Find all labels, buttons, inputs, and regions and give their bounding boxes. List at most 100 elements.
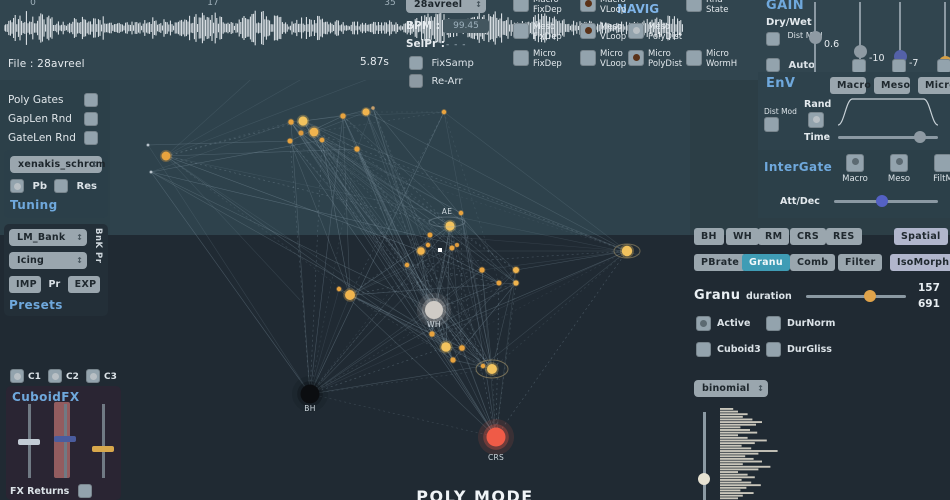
left-toggle-checkbox[interactable] [84, 131, 98, 145]
rearr-checkbox[interactable] [409, 74, 423, 88]
navig-toggle-meso-polydist[interactable]: Meso PolyDist [628, 22, 682, 43]
gain-fader-0[interactable]: 0.6 [808, 0, 839, 80]
left-toggle-checkbox[interactable] [84, 93, 98, 107]
navig-toggle-rnd-state[interactable]: Rnd State [686, 0, 729, 16]
env-time-knob[interactable] [913, 131, 926, 143]
gain-fader-knob[interactable] [809, 31, 822, 44]
preset-export-button[interactable]: EXP [67, 276, 100, 293]
navig-toggle-meso-vloop[interactable]: Meso VLoop [580, 22, 626, 43]
granu-toggle-active[interactable]: Active [696, 316, 750, 331]
module-filter[interactable]: Filter [838, 254, 883, 271]
tuning-pb-toggle[interactable]: Pb [10, 179, 47, 193]
fixsamp-checkbox[interactable] [409, 56, 423, 70]
navig-toggle-macro-vloop[interactable]: Macro VLoop [580, 0, 626, 16]
module-res[interactable]: RES [826, 228, 862, 245]
stochastic-amount-knob[interactable] [698, 472, 710, 485]
cuboid-checkbox[interactable] [48, 369, 62, 383]
intergate-meso[interactable]: Meso [886, 154, 912, 184]
granu-toggle-durgliss[interactable]: DurGliss [766, 342, 832, 357]
distribution-select[interactable]: binomial [694, 380, 768, 397]
env-scope-macro[interactable]: Macro [830, 77, 871, 94]
cuboidfx-fader-cap[interactable] [92, 446, 114, 452]
cuboid-selector-c1[interactable]: C1 [10, 369, 41, 383]
presets-panel[interactable]: LM_Bank Icing BnK Pr IMP Pr EXP Presets [4, 224, 108, 316]
navig-toggle-macro-fixdep[interactable]: Macro FixDep [513, 0, 562, 16]
env-scope-micro[interactable]: Micro [918, 77, 950, 94]
navig-toggle-micro-wormh[interactable]: Micro WormH [686, 49, 737, 70]
intergate-macro[interactable]: Macro [842, 154, 868, 184]
intergate-checkbox[interactable] [934, 154, 950, 172]
cuboid-checkbox[interactable] [86, 369, 100, 383]
fixsamp-toggle[interactable]: FixSamp [409, 56, 474, 70]
stochastic-amount-slider[interactable] [698, 412, 710, 500]
navig-checkbox[interactable] [628, 50, 644, 66]
env-scope-meso[interactable]: Meso [874, 77, 910, 94]
cuboidfx-rnd-toggle[interactable]: Rnd [78, 484, 121, 500]
granu-checkbox[interactable] [696, 342, 711, 357]
module-rm[interactable]: RM [758, 228, 790, 245]
navig-checkbox[interactable] [628, 23, 644, 39]
module-granu[interactable]: Granu [742, 254, 790, 271]
module-bh[interactable]: BH [694, 228, 724, 245]
cuboidfx-fader-0[interactable] [18, 404, 40, 478]
module-crs[interactable]: CRS [790, 228, 827, 245]
cuboidfx-rnd-checkbox[interactable] [78, 484, 92, 498]
intergate-filtm[interactable]: FiltM [930, 154, 950, 184]
cuboidfx-fader-cap[interactable] [54, 436, 76, 442]
tuning-res-toggle[interactable]: Res [54, 179, 97, 193]
gain-auto-checkbox[interactable] [766, 58, 780, 72]
navig-checkbox[interactable] [513, 50, 529, 66]
cuboidfx-fader-2[interactable] [92, 404, 114, 478]
env-shape-display[interactable] [836, 96, 941, 126]
gain-fader-enable-2[interactable] [892, 59, 906, 73]
attdec-knob[interactable] [876, 195, 889, 207]
env-rand-checkbox[interactable] [808, 112, 824, 128]
intergate-checkbox[interactable] [890, 154, 908, 172]
intergate-checkbox[interactable] [846, 154, 864, 172]
granu-checkbox[interactable] [766, 342, 781, 357]
modules-panel[interactable]: BH WH RM CRS RES PBrate Granu Comb Filter Spati… [686, 228, 950, 368]
left-toggle-2[interactable]: GateLen Rnd [8, 131, 98, 145]
cuboid-selector-c2[interactable]: C2 [48, 369, 79, 383]
module-pbrate[interactable]: PBrate [694, 254, 747, 271]
cuboidfx-fader-1[interactable] [54, 404, 76, 478]
cuboidfx-fader-cap[interactable] [18, 439, 40, 445]
env-distmod-checkbox[interactable] [764, 117, 779, 133]
tuning-panel[interactable]: xenakis_schrom Pb Res Tuning [4, 150, 108, 218]
tuning-scale-select[interactable]: xenakis_schrom [10, 156, 105, 173]
left-toggle-0[interactable]: Poly Gates [8, 93, 98, 107]
env-rand-button[interactable] [808, 112, 824, 128]
navig-toggle-micro-vloop[interactable]: Micro VLoop [580, 49, 626, 70]
navig-checkbox[interactable] [513, 23, 529, 39]
granu-toggle-durnorm[interactable]: DurNorm [766, 316, 835, 331]
navig-toggle-micro-fixdep[interactable]: Micro FixDep [513, 49, 562, 70]
granu-duration-knob[interactable] [864, 290, 877, 302]
preset-import-button[interactable]: IMP [9, 276, 41, 293]
navig-toggle-meso-fixdep[interactable]: Meso FixDep [513, 22, 562, 43]
preset-select[interactable]: Icing [9, 252, 87, 269]
gain-fader-enable-1[interactable] [852, 59, 866, 73]
env-distmod-toggle[interactable]: Dist Mod [764, 107, 797, 133]
tuning-res-checkbox[interactable] [54, 179, 68, 193]
module-isomorph[interactable]: IsoMorph [890, 254, 950, 271]
navig-toggle-micro-polydist[interactable]: Micro PolyDist [628, 49, 682, 70]
navig-checkbox[interactable] [580, 0, 596, 12]
left-toggle-1[interactable]: GapLen Rnd [8, 112, 98, 126]
granu-duration-slider[interactable] [806, 290, 906, 302]
gain-distmod-checkbox[interactable] [766, 32, 780, 46]
granu-toggle-cuboid3[interactable]: Cuboid3 [696, 342, 761, 357]
granu-checkbox[interactable] [766, 316, 781, 331]
cuboid-selector-c3[interactable]: C3 [86, 369, 117, 383]
cuboid-checkbox[interactable] [10, 369, 24, 383]
module-comb[interactable]: Comb [790, 254, 836, 271]
module-wh[interactable]: WH [726, 228, 760, 245]
navig-checkbox[interactable] [580, 23, 596, 39]
gain-fader-knob[interactable] [854, 45, 867, 58]
gain-panel[interactable]: GAIN Dry/Wet Dist Mod Auto 0.6-10-70 [758, 0, 950, 80]
granu-checkbox[interactable] [696, 316, 711, 331]
env-time-slider[interactable] [838, 131, 938, 143]
tuning-pb-checkbox[interactable] [10, 179, 24, 193]
navig-checkbox[interactable] [580, 50, 596, 66]
file-select[interactable]: 28avreel [406, 0, 486, 13]
attdec-slider[interactable] [834, 195, 938, 207]
